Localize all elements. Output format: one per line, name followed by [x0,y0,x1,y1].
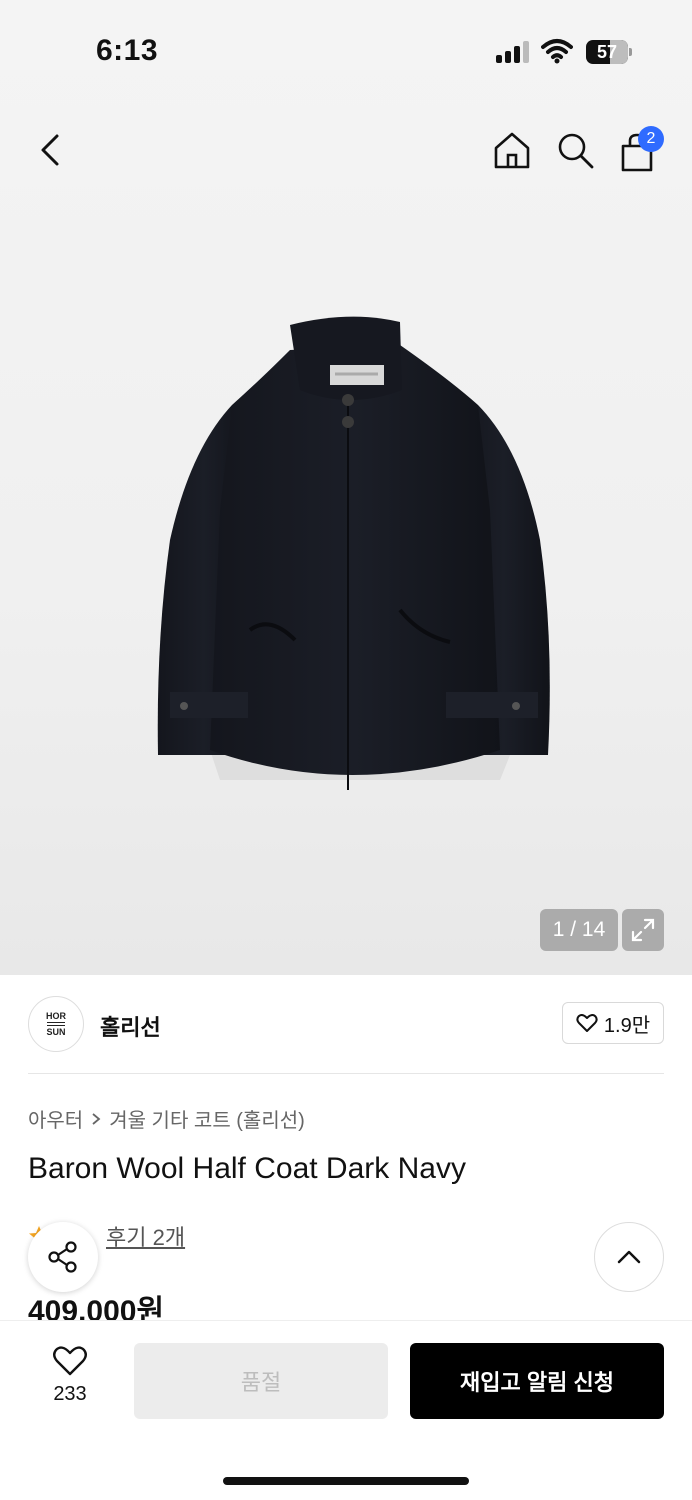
brand-like-button[interactable]: 1.9만 [562,1002,664,1044]
divider [28,1073,664,1074]
soldout-button: 품절 [134,1343,388,1419]
bottom-action-bar: 233 품절 재입고 알림 신청 [0,1320,692,1500]
heart-icon [53,1346,87,1376]
product-title: Baron Wool Half Coat Dark Navy [28,1152,466,1185]
breadcrumb-item-category[interactable]: 겨울 기타 코트 (홀리선) [109,1104,305,1133]
review-count-link[interactable]: 후기 2개 [106,1220,185,1252]
brand-name[interactable]: 홀리선 [100,1010,161,1042]
product-image-area[interactable]: 6:13 57 2 1 / 14 [0,0,692,975]
expand-image-button[interactable] [622,909,664,951]
brand-logo-text-bottom: SUN [46,1027,66,1037]
expand-icon [631,918,655,942]
home-icon [494,132,530,169]
search-button[interactable] [553,126,597,174]
restock-alert-button[interactable]: 재입고 알림 신청 [410,1343,664,1419]
wishlist-button[interactable]: 233 [30,1345,110,1406]
brand-logo[interactable]: HOR SUN [28,996,84,1052]
share-button[interactable] [28,1222,98,1292]
status-bar: 6:13 57 [0,0,692,100]
home-button[interactable] [490,126,534,174]
brand-row[interactable]: HOR SUN 홀리선 1.9만 [28,996,664,1052]
status-time: 6:13 [96,34,159,67]
chevron-left-icon [41,134,59,166]
cart-button[interactable]: 2 [616,122,666,174]
brand-like-count: 1.9만 [603,1014,651,1037]
chevron-up-icon [617,1250,641,1264]
brand-logo-text-top: HOR [46,1011,66,1021]
home-indicator [223,1477,469,1485]
back-button[interactable] [30,128,70,172]
breadcrumb-item-outer[interactable]: 아우터 [28,1104,83,1133]
battery-level: 57 [596,42,618,62]
wishlist-count: 233 [53,1383,87,1405]
wifi-icon [541,38,573,69]
share-icon [48,1241,77,1273]
search-icon [558,133,594,169]
breadcrumb: 아우터 겨울 기타 코트 (홀리선) [28,1104,305,1133]
image-counter: 1 / 14 [540,909,618,951]
cellular-signal-icon [496,41,530,63]
heart-icon [576,1014,598,1032]
product-coat-image[interactable] [150,310,560,800]
chevron-right-icon [92,1112,101,1125]
cart-count-badge: 2 [638,126,664,152]
scroll-to-top-button[interactable] [594,1222,664,1292]
battery-icon: 57 [586,40,632,64]
